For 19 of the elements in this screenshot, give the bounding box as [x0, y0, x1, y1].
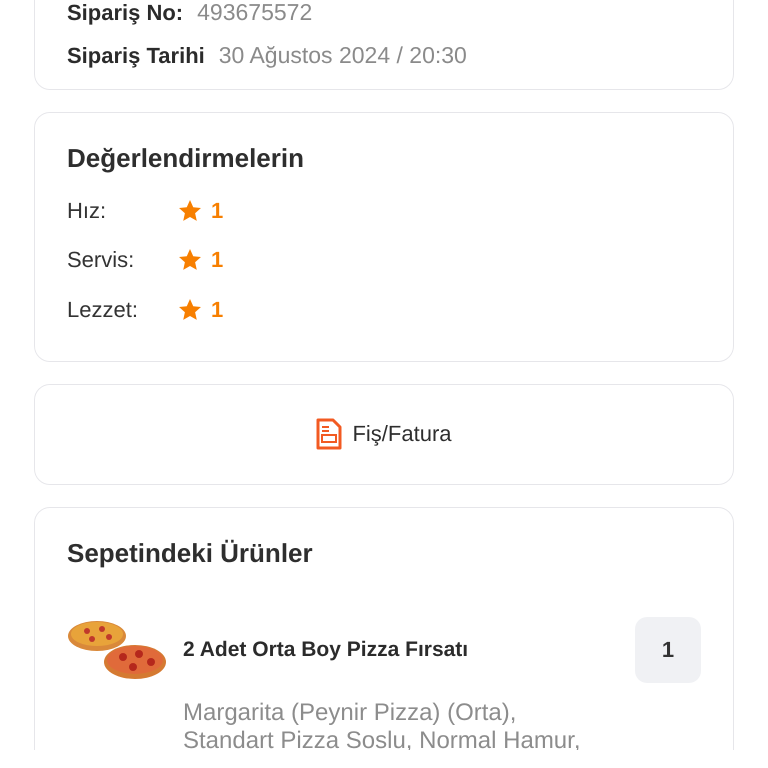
field-value: 493675572 [197, 0, 312, 26]
section-title: Değerlendirmelerin [67, 143, 305, 174]
rating-label: Lezzet: [67, 296, 139, 323]
rating-score: 1 [211, 198, 224, 224]
star-icon [177, 248, 203, 272]
field-label: Sipariş No: [67, 0, 184, 26]
rating-label: Hız: [67, 198, 108, 224]
field-value: 30 Ağustos 2024 / 20:30 [218, 42, 467, 69]
rating-score: 1 [211, 247, 224, 274]
receipt-icon [316, 418, 342, 450]
section-title: Sepetindeki Ürünler [67, 538, 314, 568]
rating-label: Servis: [67, 247, 136, 274]
rating-score: 1 [211, 296, 224, 323]
receipt-button[interactable]: Fiş/Fatura [34, 384, 734, 484]
star-icon [177, 298, 203, 322]
field-label: Sipariş Tarihi [67, 42, 205, 68]
star-icon [177, 198, 203, 223]
quantity-badge: 1 [635, 616, 701, 682]
product-name: 2 Adet Orta Boy Pizza Fırsatı [183, 638, 470, 662]
